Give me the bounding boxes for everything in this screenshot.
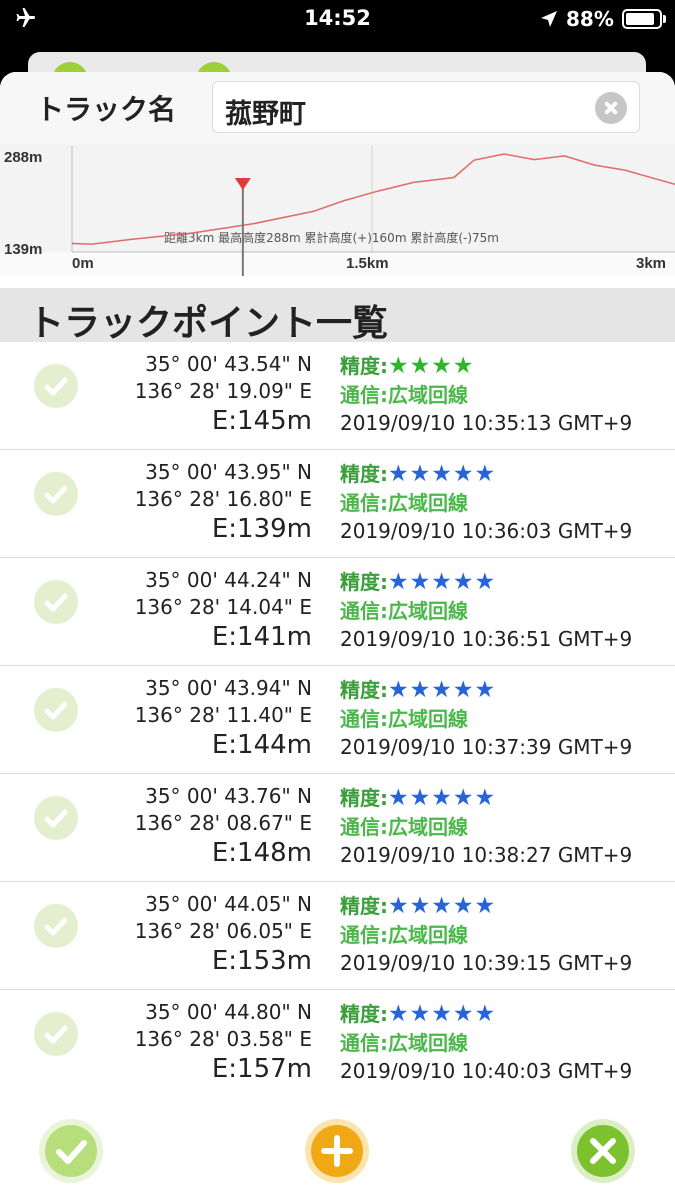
elevation: E:157m	[211, 1054, 312, 1084]
timestamp: 2019/09/10 10:35:13 GMT+9	[340, 411, 633, 435]
accuracy: 精度:★★★★★	[340, 674, 496, 703]
latitude: 35° 00' 43.94" N	[145, 676, 312, 700]
track-point-row[interactable]: 35° 00' 43.94" N 136° 28' 11.40" E E:144m 精…	[0, 666, 675, 774]
elevation-chart: 288m 139m 0m 1.5km 3km 距離3km 最高高度288m 累計…	[0, 144, 675, 276]
timestamp: 2019/09/10 10:36:03 GMT+9	[340, 519, 633, 543]
timestamp: 2019/09/10 10:36:51 GMT+9	[340, 627, 633, 651]
timestamp: 2019/09/10 10:38:27 GMT+9	[340, 843, 633, 867]
bottom-toolbar	[0, 1090, 675, 1200]
elevation: E:145m	[211, 406, 312, 436]
longitude: 136° 28' 08.67" E	[134, 811, 312, 835]
battery-icon	[622, 9, 666, 29]
accuracy-stars: ★★★★★	[388, 893, 497, 919]
accuracy-label: 精度:	[340, 786, 388, 810]
accuracy-label: 精度:	[340, 354, 388, 378]
latitude: 35° 00' 43.54" N	[145, 352, 312, 376]
timestamp: 2019/09/10 10:40:03 GMT+9	[340, 1059, 633, 1083]
communication-type: 通信:広域回線	[340, 599, 468, 623]
track-name-label: トラック名	[36, 93, 177, 126]
accuracy-stars: ★★★★★	[388, 677, 497, 703]
communication-type: 通信:広域回線	[340, 491, 468, 515]
close-button[interactable]	[570, 1118, 636, 1184]
location-arrow-icon	[541, 11, 557, 27]
y-tick-label: 139m	[4, 241, 42, 258]
chart-summary: 距離3km 最高高度288m 累計高度(+)160m 累計高度(-)75m	[164, 230, 499, 245]
accuracy-label: 精度:	[340, 1002, 388, 1026]
track-name-value: 菰野町	[225, 99, 306, 130]
communication-type: 通信:広域回線	[340, 923, 468, 947]
check-circle-icon[interactable]	[34, 688, 78, 732]
status-bar: 14:52 88%	[0, 0, 675, 40]
accuracy-stars: ★★★★★	[388, 785, 497, 811]
check-circle-icon[interactable]	[34, 904, 78, 948]
timestamp: 2019/09/10 10:37:39 GMT+9	[340, 735, 633, 759]
communication-type: 通信:広域回線	[340, 707, 468, 731]
accuracy: 精度:★★★★★	[340, 458, 496, 487]
elevation: E:141m	[211, 622, 312, 652]
latitude: 35° 00' 43.95" N	[145, 460, 312, 484]
accuracy: 精度:★★★★★	[340, 782, 496, 811]
latitude: 35° 00' 43.76" N	[145, 784, 312, 808]
track-point-row[interactable]: 35° 00' 43.95" N 136° 28' 16.80" E E:139m 精…	[0, 450, 675, 558]
longitude: 136° 28' 11.40" E	[134, 703, 312, 727]
elevation: E:148m	[211, 838, 312, 868]
elevation-chart-svg: 288m 139m 0m 1.5km 3km 距離3km 最高高度288m 累計…	[0, 144, 675, 276]
accuracy-label: 精度:	[340, 678, 388, 702]
latitude: 35° 00' 44.80" N	[145, 1000, 312, 1024]
y-tick-label: 288m	[4, 149, 42, 166]
x-tick-label: 3km	[636, 255, 666, 272]
longitude: 136° 28' 16.80" E	[134, 487, 312, 511]
battery-percent: 88%	[566, 7, 614, 31]
communication-type: 通信:広域回線	[340, 815, 468, 839]
track-points-header: トラックポイント一覧	[0, 288, 675, 344]
track-point-row[interactable]: 35° 00' 43.54" N 136° 28' 19.09" E E:145m 精…	[0, 342, 675, 450]
accuracy-stars: ★★★★★	[388, 1001, 497, 1027]
check-icon	[39, 1119, 103, 1183]
track-points-list: 35° 00' 43.54" N 136° 28' 19.09" E E:145m 精…	[0, 342, 675, 1098]
check-circle-icon[interactable]	[34, 796, 78, 840]
accuracy-label: 精度:	[340, 894, 388, 918]
elevation: E:144m	[211, 730, 312, 760]
accuracy-stars: ★★★★★	[388, 461, 497, 487]
timestamp: 2019/09/10 10:39:15 GMT+9	[340, 951, 633, 975]
accuracy: 精度:★★★★★	[340, 566, 496, 595]
accuracy-label: 精度:	[340, 570, 388, 594]
confirm-button[interactable]	[38, 1118, 104, 1184]
longitude: 136° 28' 03.58" E	[134, 1027, 312, 1051]
latitude: 35° 00' 44.24" N	[145, 568, 312, 592]
close-icon	[571, 1119, 635, 1183]
track-point-row[interactable]: 35° 00' 43.76" N 136° 28' 08.67" E E:148m 精…	[0, 774, 675, 882]
longitude: 136° 28' 06.05" E	[134, 919, 312, 943]
x-tick-label: 0m	[72, 255, 94, 272]
elevation: E:139m	[211, 514, 312, 544]
longitude: 136° 28' 19.09" E	[134, 379, 312, 403]
longitude: 136° 28' 14.04" E	[134, 595, 312, 619]
check-circle-icon[interactable]	[34, 1012, 78, 1056]
elevation: E:153m	[211, 946, 312, 976]
check-circle-icon[interactable]	[34, 580, 78, 624]
accuracy-label: 精度:	[340, 462, 388, 486]
track-name-input[interactable]: 菰野町	[212, 81, 640, 133]
track-points-title: トラックポイント一覧	[28, 303, 389, 344]
add-button[interactable]	[304, 1118, 370, 1184]
track-point-row[interactable]: 35° 00' 44.24" N 136° 28' 14.04" E E:141m 精…	[0, 558, 675, 666]
accuracy: 精度:★★★★★	[340, 998, 496, 1027]
x-tick-label: 1.5km	[346, 255, 389, 272]
check-circle-icon[interactable]	[34, 364, 78, 408]
track-detail-sheet: トラック名 菰野町 288m 139m 0m 1.5km 3km 距離3km 最…	[0, 72, 675, 1200]
accuracy: 精度:★★★★	[340, 350, 474, 379]
accuracy: 精度:★★★★★	[340, 890, 496, 919]
communication-type: 通信:広域回線	[340, 1031, 468, 1055]
track-point-row[interactable]: 35° 00' 44.80" N 136° 28' 03.58" E E:157m 精…	[0, 990, 675, 1098]
clear-icon[interactable]	[595, 92, 627, 124]
plus-icon	[305, 1119, 369, 1183]
accuracy-stars: ★★★★	[388, 353, 475, 379]
latitude: 35° 00' 44.05" N	[145, 892, 312, 916]
check-circle-icon[interactable]	[34, 472, 78, 516]
track-name-row: トラック名 菰野町	[0, 72, 675, 144]
accuracy-stars: ★★★★★	[388, 569, 497, 595]
communication-type: 通信:広域回線	[340, 383, 468, 407]
track-point-row[interactable]: 35° 00' 44.05" N 136° 28' 06.05" E E:153m 精…	[0, 882, 675, 990]
